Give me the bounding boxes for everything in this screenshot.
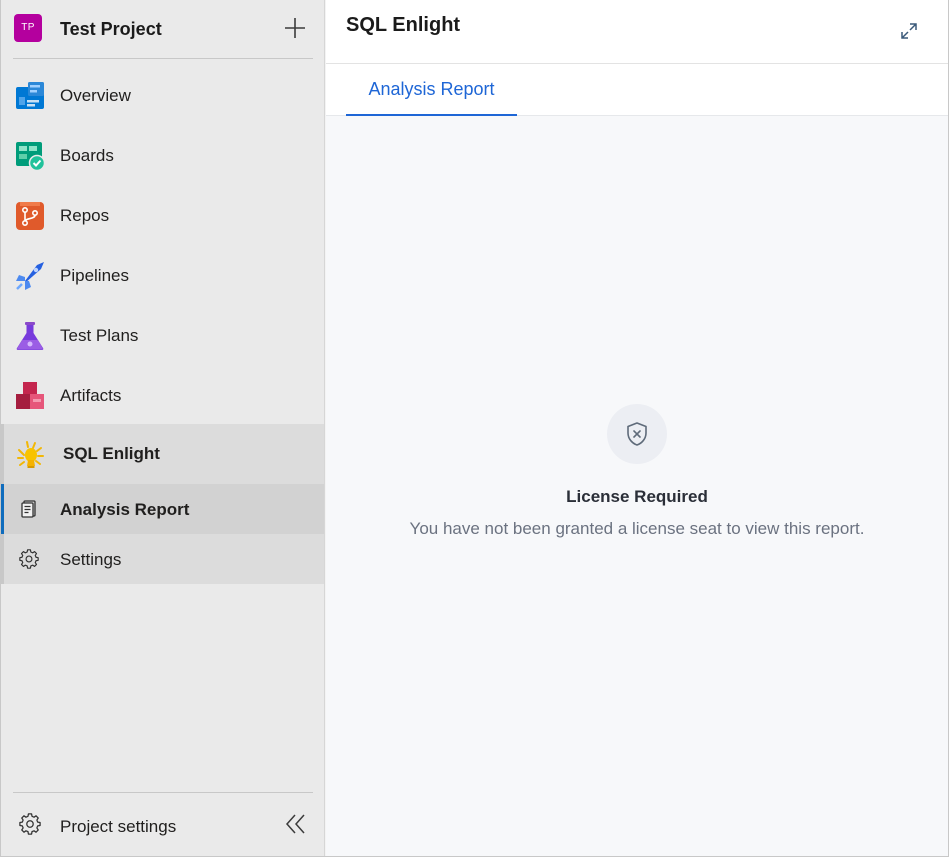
license-required-message: License Required You have not been grant… <box>326 404 948 541</box>
sidebar: TP Test Project Overview Boards Repos Pi… <box>1 0 325 856</box>
sidebar-item-label: SQL Enlight <box>63 444 160 463</box>
sidebar-item-pipelines[interactable]: Pipelines <box>1 246 324 306</box>
app-window: TP Test Project Overview Boards Repos Pi… <box>0 0 949 857</box>
sidebar-item-overview[interactable]: Overview <box>1 66 324 126</box>
sidebar-subitem-label: Settings <box>60 550 122 569</box>
main-header: SQL Enlight <box>326 0 948 64</box>
artifacts-icon <box>16 382 44 409</box>
sidebar-subitem-settings[interactable]: Settings <box>1 534 324 584</box>
overview-icon <box>16 82 44 109</box>
project-name[interactable]: Test Project <box>60 19 162 40</box>
project-avatar[interactable]: TP <box>14 14 42 42</box>
sidebar-item-label: Pipelines <box>60 266 129 285</box>
report-icon <box>21 500 36 518</box>
boards-icon <box>16 142 45 171</box>
sidebar-subitem-analysis-report[interactable]: Analysis Report <box>1 484 324 534</box>
sidebar-item-boards[interactable]: Boards <box>1 126 324 186</box>
empty-state-title: License Required <box>566 487 708 506</box>
gear-icon <box>19 813 41 835</box>
sidebar-subitem-label: Analysis Report <box>60 500 190 519</box>
repos-icon <box>16 202 44 230</box>
sidebar-item-label: Test Plans <box>60 326 139 345</box>
expand-icon[interactable] <box>899 21 919 41</box>
shield-x-icon <box>627 422 647 446</box>
project-settings-button[interactable]: Project settings <box>13 793 243 857</box>
shield-icon-badge <box>607 404 667 464</box>
project-header: TP Test Project <box>13 0 313 59</box>
sidebar-item-label: Repos <box>60 206 110 225</box>
pipelines-icon <box>16 262 44 290</box>
project-settings-label: Project settings <box>60 817 177 836</box>
sidebar-footer: Project settings <box>13 792 313 856</box>
gear-icon <box>19 549 39 569</box>
double-chevron-left-icon[interactable] <box>284 812 308 836</box>
tab-label: Analysis Report <box>368 79 495 99</box>
sidebar-item-label: Artifacts <box>60 386 122 405</box>
sidebar-item-label: Boards <box>60 146 114 165</box>
test-plans-icon <box>16 322 44 350</box>
tab-analysis-report[interactable]: Analysis Report <box>346 64 517 116</box>
main-content: SQL Enlight Analysis Report License Requ… <box>326 0 948 856</box>
empty-state-message: You have not been granted a license seat… <box>409 519 865 538</box>
sql-enlight-icon <box>17 441 44 468</box>
tab-bar: Analysis Report <box>326 64 948 116</box>
page-title: SQL Enlight <box>346 14 461 36</box>
sidebar-item-artifacts[interactable]: Artifacts <box>1 366 324 426</box>
sidebar-item-test-plans[interactable]: Test Plans <box>1 306 324 366</box>
sidebar-item-sql-enlight[interactable]: SQL Enlight <box>1 424 324 484</box>
sidebar-item-repos[interactable]: Repos <box>1 186 324 246</box>
plus-icon[interactable] <box>283 16 307 40</box>
sidebar-item-label: Overview <box>60 86 131 105</box>
